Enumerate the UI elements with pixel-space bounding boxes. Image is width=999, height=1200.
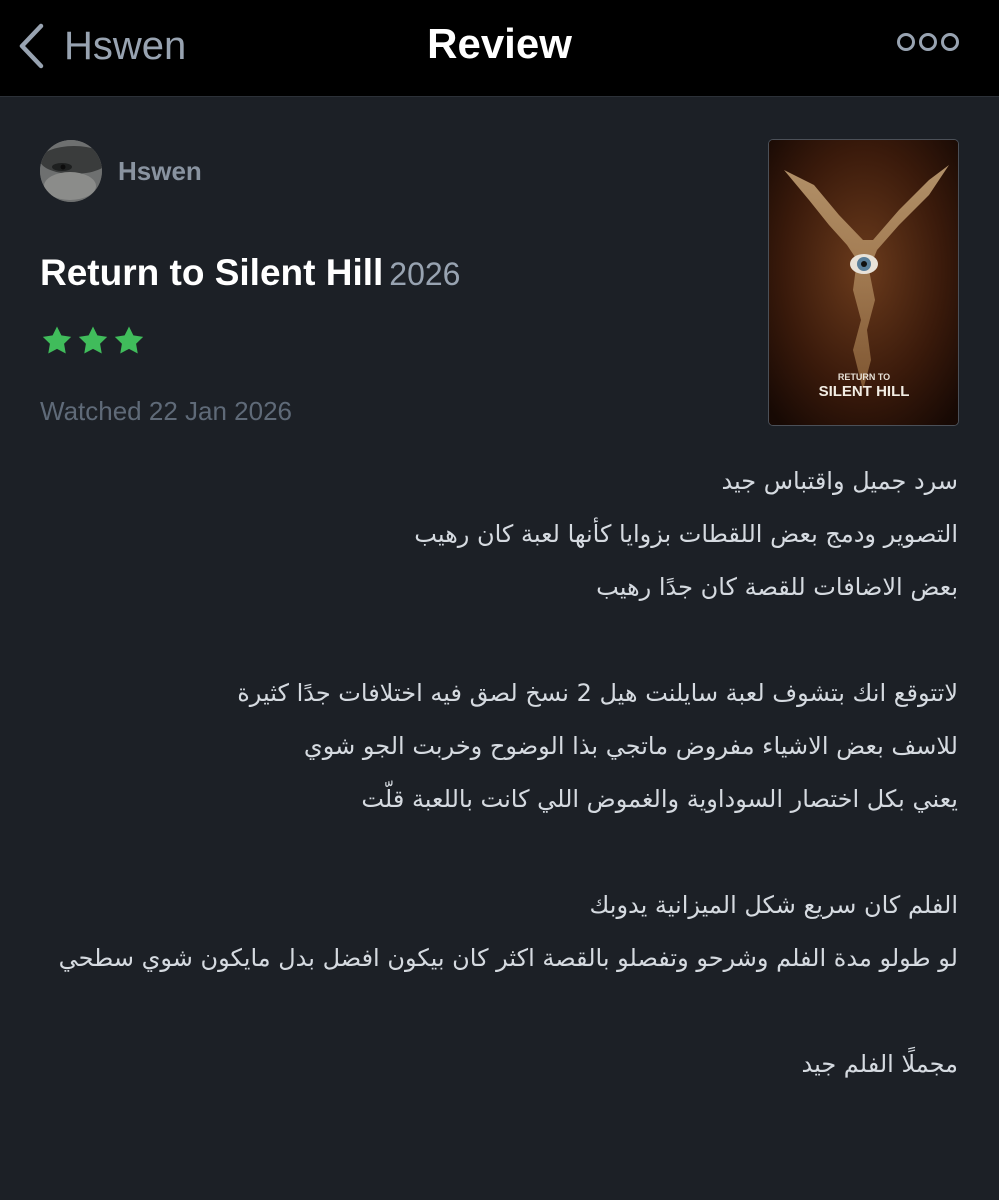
chevron-left-icon bbox=[19, 23, 44, 69]
film-year[interactable]: 2026 bbox=[389, 256, 460, 292]
back-label: Hswen bbox=[64, 23, 187, 68]
review-line: سرد جميل واقتباس جيد bbox=[721, 467, 958, 495]
film-title[interactable]: Return to Silent Hill bbox=[40, 252, 383, 293]
review-text: سرد جميل واقتباس جيد التصوير ودمج بعض ال… bbox=[36, 455, 958, 1091]
more-dots-icon bbox=[919, 33, 937, 51]
review-line: الفلم كان سريع شكل الميزانية يدوبك bbox=[589, 891, 958, 919]
review-author[interactable]: Hswen bbox=[40, 140, 202, 202]
top-navigation-bar: Hswen Review bbox=[0, 0, 999, 97]
review-line: التصوير ودمج بعض اللقطات بزوايا كأنها لع… bbox=[414, 520, 958, 548]
review-line: لو طولو مدة الفلم وشرحو وتفصلو بالقصة اك… bbox=[58, 944, 958, 972]
review-line: بعض الاضافات للقصة كان جدًا رهيب bbox=[596, 573, 958, 601]
review-line: لاتتوقع انك بتشوف لعبة سايلنت هيل 2 نسخ … bbox=[237, 679, 958, 707]
star-rating bbox=[40, 324, 148, 358]
star-icon bbox=[42, 326, 72, 354]
back-button[interactable]: Hswen bbox=[18, 18, 186, 74]
film-heading: Return to Silent Hill 2026 bbox=[40, 252, 460, 294]
author-name[interactable]: Hswen bbox=[118, 156, 202, 187]
poster-title-line-1: RETURN TO bbox=[838, 372, 890, 382]
star-icon bbox=[114, 326, 144, 354]
review-line: للاسف بعض الاشياء مفروض ماتجي بذا الوضوح… bbox=[303, 732, 958, 760]
star-icon bbox=[78, 326, 108, 354]
poster-title-line-2: SILENT HILL bbox=[819, 383, 910, 400]
watched-date: Watched 22 Jan 2026 bbox=[40, 396, 292, 426]
more-options-button[interactable] bbox=[897, 28, 959, 56]
review-line: مجملًا الفلم جيد bbox=[801, 1050, 958, 1078]
film-poster[interactable]: RETURN TO SILENT HILL bbox=[768, 139, 959, 426]
review-line: يعني بكل اختصار السوداوية والغموض اللي ك… bbox=[361, 785, 958, 813]
avatar[interactable] bbox=[40, 140, 102, 202]
more-dots-icon bbox=[897, 33, 915, 51]
more-dots-icon bbox=[941, 33, 959, 51]
